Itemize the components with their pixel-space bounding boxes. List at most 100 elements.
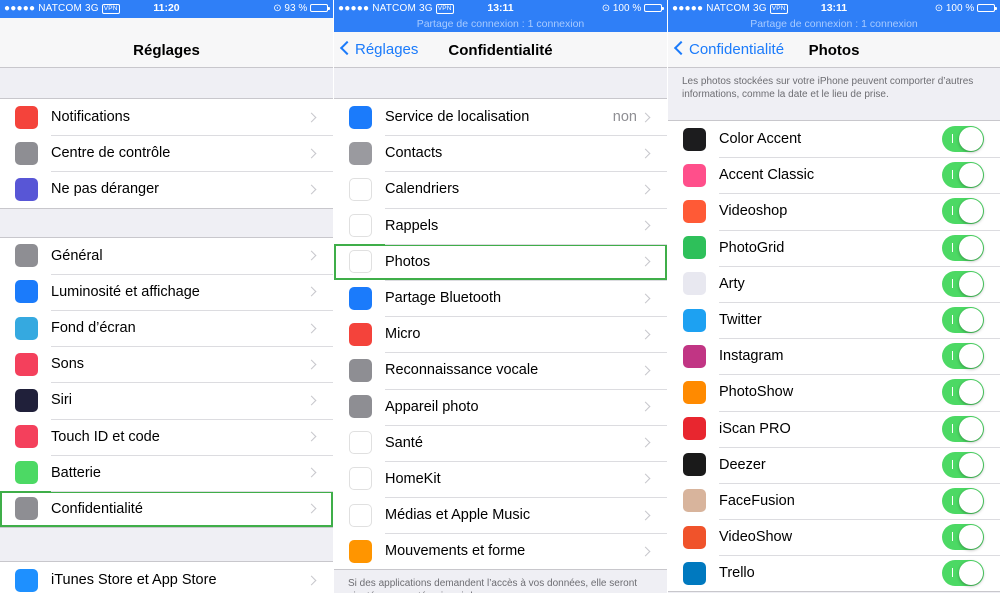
permission-toggle[interactable] [942, 307, 984, 334]
permission-toggle[interactable] [942, 270, 984, 297]
toggle-knob [959, 525, 983, 550]
row-label: Service de localisation [385, 109, 530, 126]
app-row-deezer[interactable]: Deezer [668, 446, 1000, 483]
notifications-icon [15, 105, 38, 129]
settings-row-luminosite-et-affichage[interactable]: Luminosité et affichage [0, 273, 333, 310]
privacy-footer-note: Si des applications demandent l’accès à … [348, 578, 638, 593]
settings-row-rappels[interactable]: Rappels [334, 207, 667, 244]
toggle-on-mark [952, 387, 953, 397]
permission-toggle[interactable] [942, 415, 984, 442]
battery-icon [310, 4, 330, 12]
settings-row-touch-id-et-code[interactable]: Touch ID et code [0, 418, 333, 455]
app-row-iscan-pro[interactable]: iScan PRO [668, 410, 1000, 447]
toggle-knob [959, 308, 983, 333]
chevron-right-icon [640, 510, 651, 521]
waveform-icon [349, 358, 372, 382]
app-row-videoshop[interactable]: Videoshop [668, 193, 1000, 229]
permission-toggle[interactable] [942, 198, 984, 225]
app-row-trello[interactable]: Trello [668, 555, 1000, 591]
siri-icon [15, 388, 38, 412]
settings-row-sons[interactable]: Sons [0, 346, 333, 382]
settings-row-partage-bluetooth[interactable]: Partage Bluetooth [334, 279, 667, 316]
nav-bar: Réglages [0, 18, 333, 68]
instagram-icon [683, 344, 706, 368]
status-bar: ●●●●● NATCOM 3G VPN 13:11 ⊙ 100 % [334, 0, 667, 18]
settings-row-appareil-photo[interactable]: Appareil photo [334, 388, 667, 425]
app-row-accent-classic[interactable]: Accent Classic [668, 157, 1000, 193]
permission-toggle[interactable] [942, 379, 984, 406]
chevron-right-icon [306, 148, 317, 159]
settings-row-notifications[interactable]: Notifications [0, 99, 333, 135]
settings-row-centre-de-controle[interactable]: Centre de contrôle [0, 135, 333, 171]
settings-row-mouvements-et-forme[interactable]: Mouvements et forme [334, 533, 667, 569]
app-row-arty[interactable]: Arty [668, 265, 1000, 302]
app-row-color-accent[interactable]: Color Accent [668, 121, 1000, 157]
row-label: PhotoGrid [719, 239, 785, 256]
row-label: Arty [719, 275, 745, 292]
settings-row-service-de-localisation[interactable]: Service de localisation non [334, 99, 667, 135]
row-label: Général [51, 247, 103, 264]
toggle-knob [959, 163, 983, 188]
hotspot-banner[interactable]: Partage de connexion : 1 connexion [668, 18, 1000, 32]
app-row-photoshow[interactable]: PhotoShow [668, 374, 1000, 410]
toggle-knob [959, 488, 983, 513]
photos-permissions-screen: ●●●●● NATCOM 3G VPN 13:11 ⊙ 100 % Partag… [668, 0, 1000, 593]
rotation-lock-icon: ⊙ [273, 3, 282, 14]
toggle-knob [959, 344, 983, 369]
row-label: Videoshop [719, 203, 788, 220]
bluetooth-icon [349, 286, 372, 310]
app-row-photogrid[interactable]: PhotoGrid [668, 229, 1000, 266]
settings-row-calendriers[interactable]: Calendriers [334, 171, 667, 207]
settings-row-photos[interactable]: Photos [334, 243, 667, 280]
hotspot-banner[interactable]: Partage de connexion : 1 connexion [334, 18, 667, 32]
chevron-right-icon [640, 184, 651, 195]
chevron-right-icon [306, 323, 317, 333]
settings-row-fond-d-ecran[interactable]: Fond d’écran [0, 309, 333, 346]
permission-toggle[interactable] [942, 524, 984, 551]
permission-toggle[interactable] [942, 451, 984, 478]
settings-row-micro[interactable]: Micro [334, 316, 667, 352]
deezer-icon [683, 453, 706, 477]
settings-row-contacts[interactable]: Contacts [334, 135, 667, 171]
settings-row-medias-et-apple-music[interactable]: Médias et Apple Music [334, 497, 667, 533]
settings-row-batterie[interactable]: Batterie [0, 454, 333, 491]
settings-row-ne-pas-deranger[interactable]: Ne pas déranger [0, 171, 333, 207]
permission-toggle[interactable] [942, 234, 984, 261]
permission-toggle[interactable] [942, 343, 984, 370]
settings-row-homekit[interactable]: HomeKit [334, 460, 667, 497]
row-label: VideoShow [719, 529, 793, 546]
toggle-knob [959, 235, 983, 260]
app-row-instagram[interactable]: Instagram [668, 338, 1000, 374]
settings-row-siri[interactable]: Siri [0, 382, 333, 418]
battery-percent: 100 % [612, 3, 642, 14]
battery-percent: 93 % [284, 3, 308, 14]
chevron-right-icon [306, 359, 317, 370]
settings-group-3: iTunes Store et App Store [0, 561, 333, 593]
settings-row-reconnaissance-vocale[interactable]: Reconnaissance vocale [334, 352, 667, 388]
row-label: Mouvements et forme [385, 543, 526, 560]
app-row-videoshow[interactable]: VideoShow [668, 519, 1000, 555]
screenshot-collage: ●●●●● NATCOM 3G VPN 11:20 ⊙ 93 % Réglage… [0, 0, 1000, 593]
permission-toggle[interactable] [942, 162, 984, 189]
permission-toggle[interactable] [942, 560, 984, 587]
app-row-twitter[interactable]: Twitter [668, 301, 1000, 338]
toggle-on-mark [952, 242, 953, 252]
toggle-on-mark [952, 568, 953, 578]
toggle-knob [959, 127, 983, 152]
row-label: Contacts [385, 145, 443, 162]
settings-row-confidentialite[interactable]: Confidentialité [0, 490, 333, 528]
permission-toggle[interactable] [942, 126, 984, 153]
rotation-lock-icon: ⊙ [601, 3, 611, 14]
permission-toggle[interactable] [942, 487, 984, 514]
toggle-on-mark [952, 278, 953, 288]
settings-row-itunes-store-et-app-store[interactable]: iTunes Store et App Store [0, 562, 333, 593]
battery-icon [15, 461, 38, 485]
row-label: Reconnaissance vocale [385, 362, 539, 379]
settings-row-general[interactable]: Général [0, 238, 333, 274]
settings-row-sante[interactable]: Santé [334, 424, 667, 461]
chevron-right-icon [640, 112, 651, 123]
facefusion-icon [683, 489, 706, 513]
toggle-on-mark [952, 532, 953, 542]
photoshow-icon [683, 380, 706, 404]
app-row-facefusion[interactable]: FaceFusion [668, 482, 1000, 519]
